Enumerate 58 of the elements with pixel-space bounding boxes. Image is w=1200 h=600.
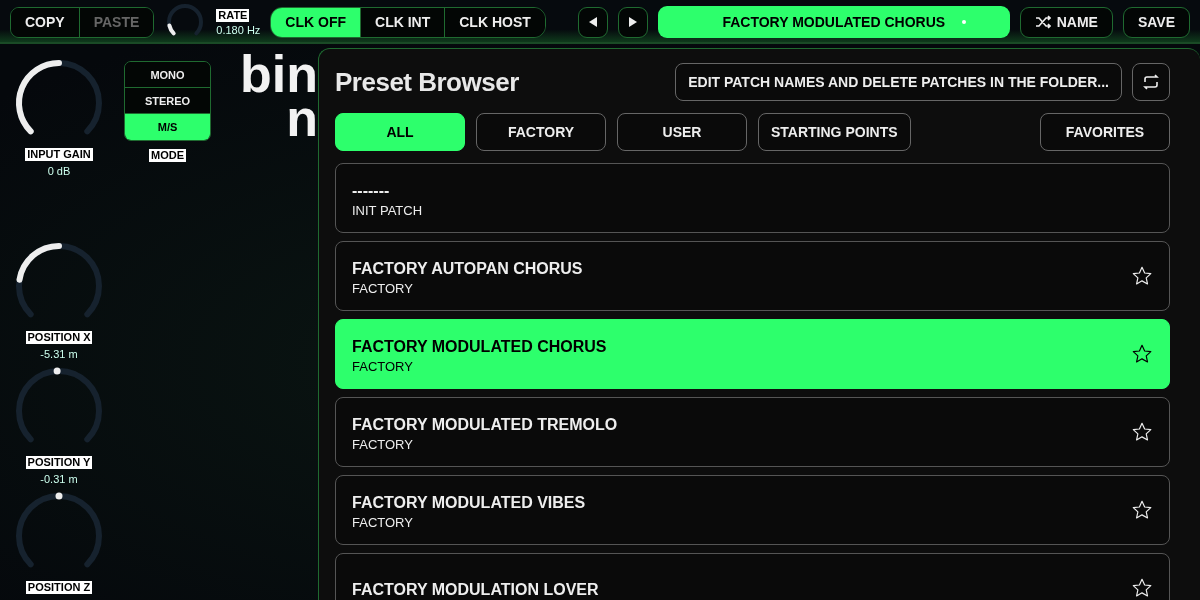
- preset-name: -------: [352, 182, 391, 200]
- preset-folder: FACTORY: [352, 437, 414, 452]
- star-icon[interactable]: [1131, 265, 1153, 287]
- preset-row[interactable]: FACTORY MODULATED TREMOLO FACTORY: [335, 397, 1170, 467]
- rate-reading: 0.180 Hz: [216, 23, 261, 36]
- star-icon[interactable]: [1131, 499, 1153, 521]
- star-icon[interactable]: [1131, 577, 1153, 599]
- mode-label: MODE: [149, 149, 186, 162]
- knob-label: POSITION Y: [25, 456, 93, 469]
- preset-name: FACTORY MODULATED CHORUS: [352, 338, 608, 356]
- panel-title: Preset Browser: [335, 66, 520, 98]
- clock-mode-tab[interactable]: CLK INT: [361, 7, 446, 37]
- copy-button[interactable]: COPY: [11, 7, 80, 37]
- previous-button[interactable]: [577, 6, 608, 38]
- logo-text: n: [286, 96, 318, 140]
- preset-folder: FACTORY: [352, 359, 414, 374]
- filter-tab[interactable]: FACTORY: [476, 113, 606, 151]
- preset-row[interactable]: FACTORY MODULATED CHORUS FACTORY: [335, 319, 1170, 389]
- preset-row[interactable]: ------- INIT PATCH: [335, 163, 1170, 233]
- refresh-icon: [1142, 74, 1160, 90]
- knob-reading: -5.31 m: [40, 348, 78, 360]
- mode-option[interactable]: M/S: [125, 114, 210, 140]
- star-icon[interactable]: [1131, 343, 1153, 365]
- preset-name: FACTORY MODULATION LOVER: [352, 581, 600, 599]
- shuffle-icon: [1034, 15, 1051, 29]
- mode-option[interactable]: MONO: [125, 62, 210, 88]
- left-triangle-icon: [588, 17, 597, 27]
- preset-name: FACTORY AUTOPAN CHORUS: [352, 260, 584, 278]
- preset-folder: FACTORY: [352, 515, 414, 530]
- favorites-tab[interactable]: FAVORITES: [1040, 113, 1170, 151]
- knob-reading: 0 dB: [47, 165, 71, 177]
- preset-row[interactable]: FACTORY MODULATION LOVER: [335, 553, 1170, 600]
- filter-tab[interactable]: USER: [617, 113, 747, 151]
- preset-name: FACTORY MODULATED VIBES: [352, 494, 587, 512]
- knob-label: POSITION Z: [25, 581, 93, 594]
- filter-tab[interactable]: STARTING POINTS: [758, 113, 911, 151]
- save-button[interactable]: SAVE: [1122, 6, 1190, 38]
- preset-name-display[interactable]: FACTORY MODULATED CHORUS: [657, 6, 1010, 38]
- preset-row[interactable]: FACTORY MODULATED VIBES FACTORY: [335, 475, 1170, 545]
- knob-reading: -0.31 m: [40, 473, 78, 485]
- name-button[interactable]: NAME: [1019, 6, 1113, 38]
- preset-row[interactable]: FACTORY AUTOPAN CHORUS FACTORY: [335, 241, 1170, 311]
- clock-mode-tab[interactable]: CLK OFF: [271, 7, 361, 37]
- right-triangle-icon: [628, 17, 637, 27]
- rate-label: RATE: [216, 8, 250, 22]
- mode-option[interactable]: STEREO: [125, 88, 210, 114]
- clock-mode-tab[interactable]: CLK HOST: [445, 7, 545, 37]
- knob-label: INPUT GAIN: [25, 148, 93, 161]
- knob-label: POSITION X: [25, 331, 93, 344]
- edit-patches-button[interactable]: EDIT PATCH NAMES AND DELETE PATCHES IN THE FOLDER...: [675, 63, 1122, 101]
- star-icon[interactable]: [1131, 421, 1153, 443]
- preset-folder: INIT PATCH: [352, 203, 424, 218]
- logo-text: bin: [240, 52, 318, 96]
- preset-folder: FACTORY: [352, 281, 414, 296]
- filter-tab[interactable]: ALL: [335, 113, 465, 151]
- refresh-button[interactable]: [1132, 63, 1170, 101]
- preset-name: FACTORY MODULATED TREMOLO: [352, 416, 619, 434]
- next-button[interactable]: [617, 6, 648, 38]
